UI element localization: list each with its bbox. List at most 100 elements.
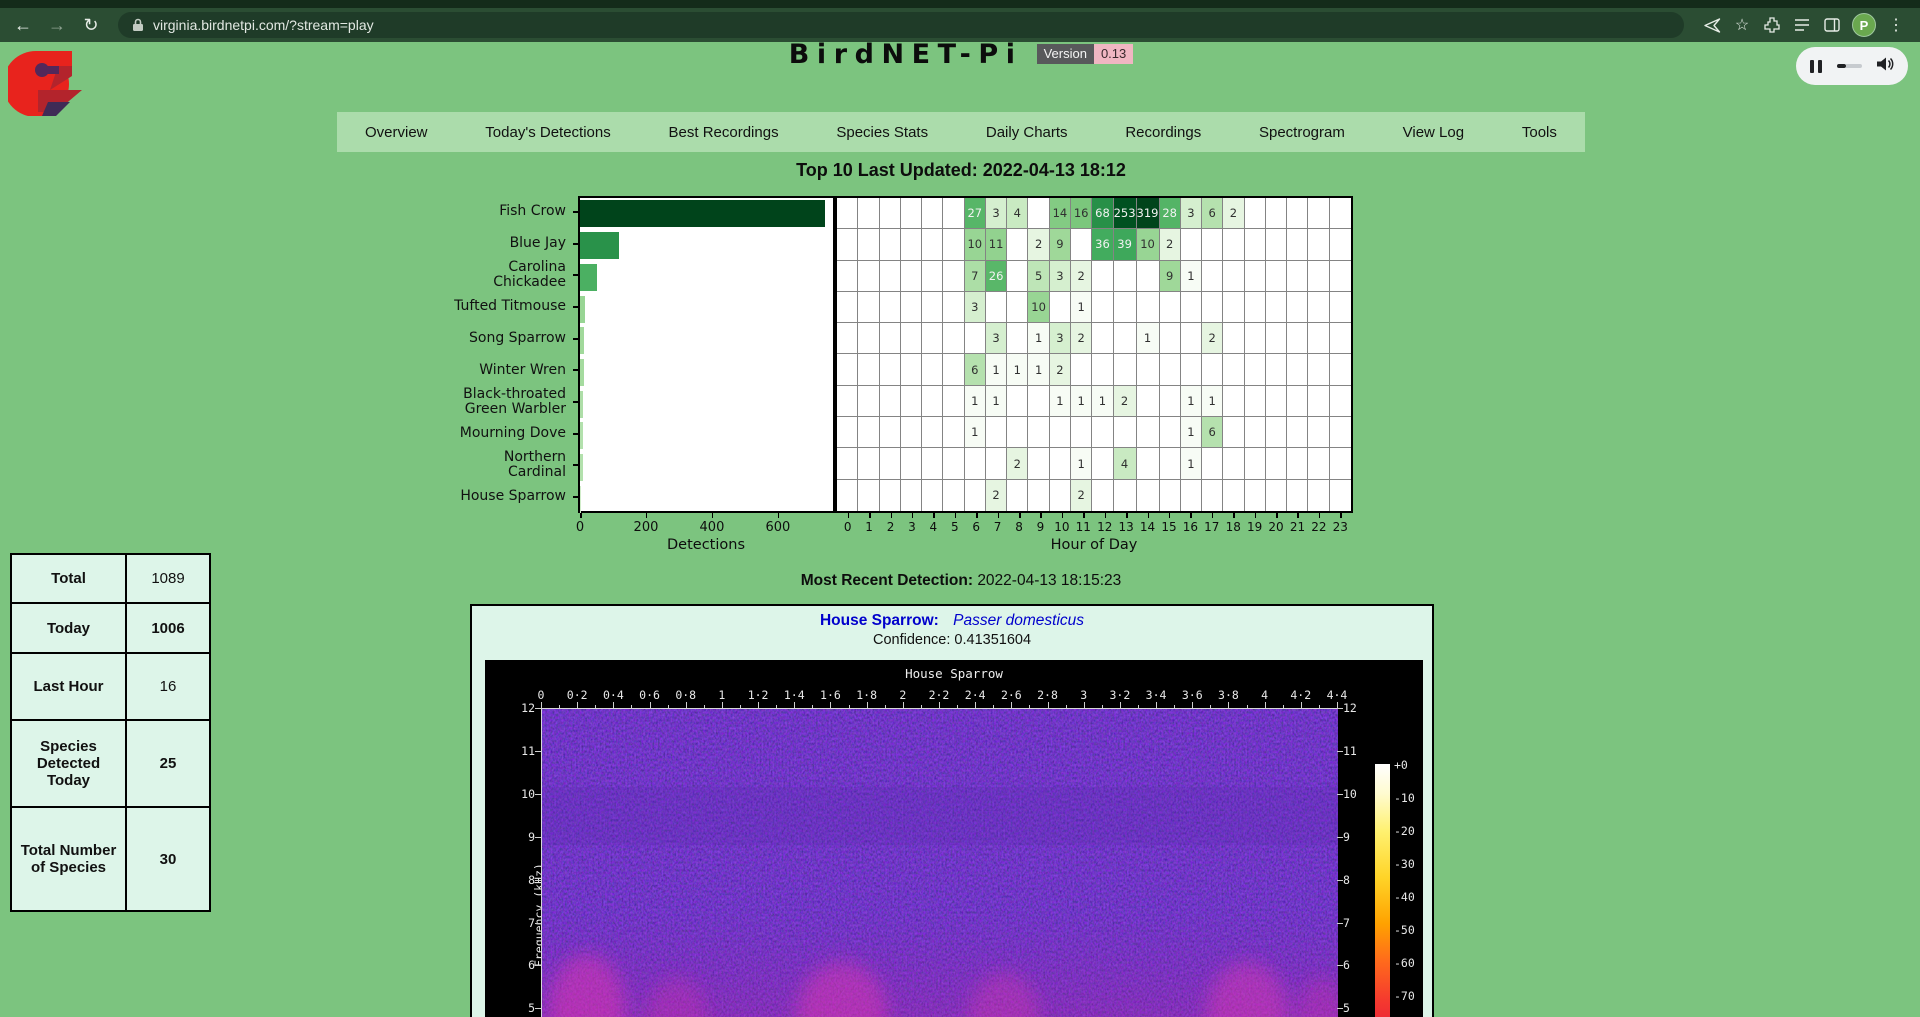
heatmap-cell (1330, 261, 1351, 292)
stat-value-3[interactable]: 25 (126, 720, 210, 807)
hour-tick (912, 513, 914, 518)
heatmap-cell (901, 292, 922, 323)
heatmap-cell (1287, 417, 1308, 448)
heatmap-cell: 68 (1092, 198, 1113, 229)
detection-species[interactable]: House Sparrow: (820, 612, 939, 629)
time-tick (650, 702, 651, 708)
heatmap-cell (1308, 354, 1329, 385)
heatmap-cell (880, 354, 901, 385)
stat-label-3: Species Detected Today (11, 720, 126, 807)
heatmap-cell: 10 (965, 229, 986, 260)
heatmap-cell: 6 (965, 354, 986, 385)
hour-tick (1062, 513, 1064, 518)
time-minor-tick (668, 705, 669, 708)
heatmap-cell (901, 417, 922, 448)
stat-label-1: Today (11, 603, 126, 653)
nav-item-recordings[interactable]: Recordings (1125, 124, 1201, 141)
profile-avatar[interactable]: P (1852, 13, 1876, 37)
freq-tick-label-left: 10 (515, 787, 535, 801)
side-panel-icon[interactable] (1822, 15, 1842, 35)
heatmap-cell (1160, 323, 1181, 354)
freq-tick-label-left: 11 (515, 744, 535, 758)
heatmap-cell: 2 (1028, 229, 1049, 260)
time-minor-tick (559, 705, 560, 708)
hour-tick-label: 12 (1097, 520, 1112, 534)
detections-tick (712, 513, 714, 518)
nav-item-overview[interactable]: Overview (365, 124, 428, 141)
stat-value-1[interactable]: 1006 (126, 603, 210, 653)
nav-item-species-stats[interactable]: Species Stats (836, 124, 928, 141)
heatmap-cell: 27 (965, 198, 986, 229)
heatmap-cell (837, 323, 858, 354)
time-tick-label: 0·6 (639, 688, 660, 702)
heatmap-cell (1266, 480, 1287, 511)
db-tick-label: -30 (1394, 857, 1415, 871)
species-label: Tufted Titmouse (337, 291, 566, 323)
heatmap-cell: 2 (1114, 386, 1137, 417)
heatmap-cell (880, 229, 901, 260)
heatmap-cell: 319 (1137, 198, 1160, 229)
species-label: Black-throatedGreen Warbler (337, 386, 566, 418)
heatmap-cell (858, 386, 879, 417)
send-icon[interactable] (1702, 15, 1722, 35)
freq-tick (1337, 708, 1343, 709)
audio-scrubber[interactable] (1837, 64, 1862, 68)
heatmap-cell: 1 (965, 417, 986, 448)
hour-tick (1148, 513, 1150, 518)
hour-axis-label: Hour of Day (1051, 537, 1138, 553)
hour-tick (1105, 513, 1107, 518)
freq-tick (535, 1008, 541, 1009)
heatmap-cell (986, 417, 1007, 448)
nav-item-best-recordings[interactable]: Best Recordings (669, 124, 779, 141)
back-icon[interactable]: ← (8, 11, 38, 39)
birdnet-pi-page: ← → ↻ virginia.birdnetpi.com/?stream=pla… (0, 0, 1920, 1017)
birdnet-logo (8, 48, 100, 121)
heatmap-cell (901, 261, 922, 292)
bookmark-star-icon[interactable]: ☆ (1732, 15, 1752, 35)
nav-item-spectrogram[interactable]: Spectrogram (1259, 124, 1345, 141)
hour-tick-label: 4 (930, 520, 938, 534)
heatmap-cell: 28 (1160, 198, 1181, 229)
nav-item-daily-charts[interactable]: Daily Charts (986, 124, 1068, 141)
heatmap-cell (1308, 448, 1329, 479)
nav-item-tools[interactable]: Tools (1522, 124, 1557, 141)
time-minor-tick (957, 705, 958, 708)
hour-tick-label: 10 (1054, 520, 1069, 534)
forward-icon[interactable]: → (42, 11, 72, 39)
spectrogram-plot (541, 708, 1337, 1017)
address-bar[interactable]: virginia.birdnetpi.com/?stream=play (118, 12, 1684, 38)
freq-tick-label-right: 11 (1343, 744, 1357, 758)
time-tick (1084, 702, 1085, 708)
pause-icon[interactable] (1810, 60, 1822, 73)
heatmap-cell (922, 354, 943, 385)
volume-icon[interactable] (1876, 56, 1894, 77)
heatmap-cell: 1 (1071, 386, 1092, 417)
heatmap-cell (1287, 292, 1308, 323)
time-minor-tick (1283, 705, 1284, 708)
heatmap-cell (837, 292, 858, 323)
freq-tick-label-right: 12 (1343, 701, 1357, 715)
time-minor-tick (1210, 705, 1211, 708)
heatmap-cell: 14 (1050, 198, 1071, 229)
hour-tick-label: 23 (1333, 520, 1348, 534)
extensions-puzzle-icon[interactable] (1762, 15, 1782, 35)
audio-player[interactable] (1796, 47, 1908, 85)
freq-tick (1337, 965, 1343, 966)
heatmap-cell (1223, 480, 1244, 511)
heatmap-cell (901, 480, 922, 511)
heatmap-cell (901, 198, 922, 229)
nav-item-todays-detections[interactable]: Today's Detections (485, 124, 610, 141)
reload-icon[interactable]: ↻ (76, 11, 106, 39)
heatmap-cell (1160, 354, 1181, 385)
nav-item-view-log[interactable]: View Log (1403, 124, 1464, 141)
hour-tick (1340, 513, 1342, 518)
heatmap-cell (1160, 448, 1181, 479)
heatmap-cell (1028, 480, 1049, 511)
menu-dots-icon[interactable]: ⋮ (1886, 15, 1906, 35)
heatmap-cell (1160, 292, 1181, 323)
reading-list-icon[interactable] (1792, 15, 1812, 35)
heatmap-cell (1092, 417, 1113, 448)
time-tick (867, 702, 868, 708)
heatmap-cell (837, 198, 858, 229)
stat-value-4[interactable]: 30 (126, 807, 210, 911)
